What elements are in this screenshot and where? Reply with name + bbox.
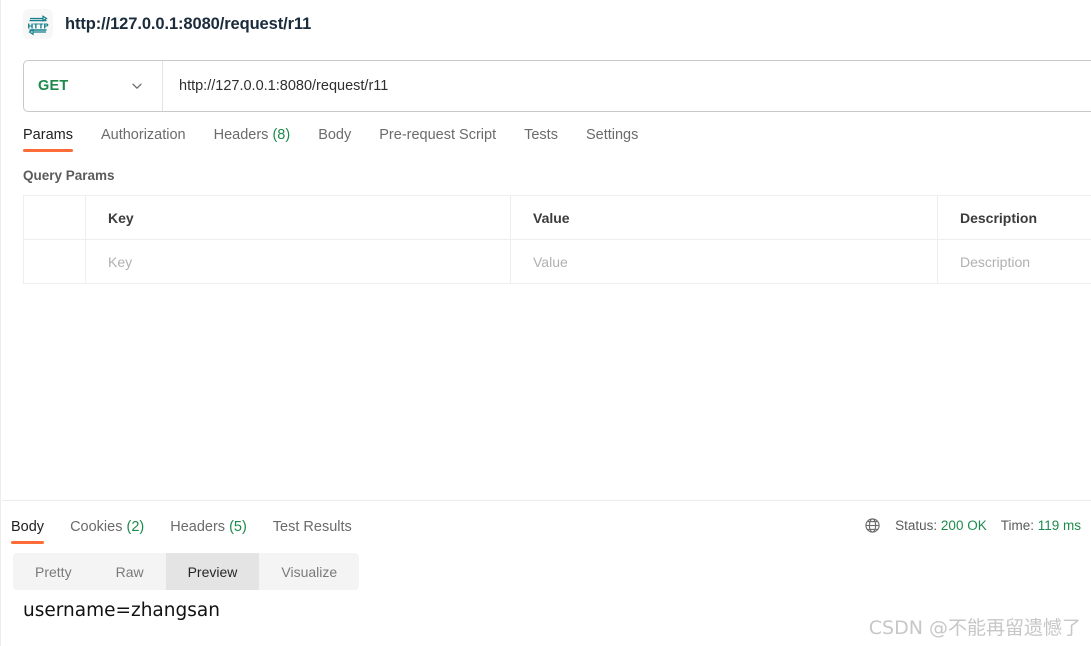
table-header-row: Key Value Description <box>24 196 1091 240</box>
request-titlebar: HTTP http://127.0.0.1:8080/request/r11 <box>1 0 1091 48</box>
response-tab-headers[interactable]: Headers (5) <box>160 519 263 544</box>
tab-tests[interactable]: Tests <box>514 127 576 152</box>
http-method-select[interactable]: GET <box>24 61 163 111</box>
query-params-title: Query Params <box>23 168 115 183</box>
row-description-input[interactable]: Description <box>938 240 1091 283</box>
response-tab-test-results[interactable]: Test Results <box>263 519 368 544</box>
header-cell-value: Value <box>511 196 938 239</box>
request-url-bar: GET http://127.0.0.1:8080/request/r11 <box>23 60 1091 112</box>
header-cell-key: Key <box>86 196 511 239</box>
response-body-preview: username=zhangsan <box>23 600 220 621</box>
tab-tests-label: Tests <box>524 127 558 143</box>
http-method-label: GET <box>38 78 69 94</box>
header-cell-description: Description <box>938 196 1091 239</box>
postman-request-window: HTTP http://127.0.0.1:8080/request/r11 G… <box>0 0 1091 646</box>
time-value: 119 ms <box>1037 518 1081 533</box>
tab-params[interactable]: Params <box>23 127 91 152</box>
tab-authorization[interactable]: Authorization <box>91 127 204 152</box>
svg-text:HTTP: HTTP <box>27 21 48 30</box>
status-value: 200 OK <box>940 518 987 533</box>
tab-pre-request-script-label: Pre-request Script <box>379 127 497 143</box>
tab-body-label: Body <box>318 127 352 143</box>
row-key-input[interactable]: Key <box>86 240 511 283</box>
tab-headers-count: (8) <box>272 127 291 143</box>
tab-settings[interactable]: Settings <box>576 127 656 152</box>
response-tab-body[interactable]: Body <box>11 519 60 544</box>
request-tabs: Params Authorization Headers (8) Body Pr… <box>1 112 1091 152</box>
header-cell-checkbox <box>24 196 86 239</box>
response-meta: Status: 200 OK Time: 119 ms <box>864 517 1081 544</box>
response-tab-headers-label: Headers <box>170 519 226 535</box>
globe-icon[interactable] <box>864 517 881 534</box>
tab-pre-request-script[interactable]: Pre-request Script <box>369 127 514 152</box>
tab-settings-label: Settings <box>585 127 639 143</box>
http-protocol-icon: HTTP <box>23 9 53 39</box>
response-tab-cookies[interactable]: Cookies (2) <box>60 519 160 544</box>
row-value-input[interactable]: Value <box>511 240 938 283</box>
view-preview-button[interactable]: Preview <box>165 553 260 590</box>
view-pretty-button[interactable]: Pretty <box>13 553 94 590</box>
chevron-down-icon <box>130 79 144 93</box>
tab-headers-label: Headers <box>213 127 269 143</box>
time-badge[interactable]: Time: 119 ms <box>1001 518 1081 533</box>
row-checkbox-cell[interactable] <box>24 240 86 283</box>
table-row[interactable]: Key Value Description <box>24 240 1091 284</box>
tab-headers[interactable]: Headers (8) <box>204 127 309 152</box>
status-label: Status: <box>895 518 938 533</box>
url-input[interactable]: http://127.0.0.1:8080/request/r11 <box>163 61 1091 111</box>
response-tab-test-results-label: Test Results <box>272 519 352 535</box>
page-title: http://127.0.0.1:8080/request/r11 <box>65 14 312 33</box>
response-tab-headers-count: (5) <box>229 519 247 535</box>
view-visualize-button[interactable]: Visualize <box>259 553 359 590</box>
request-url-bar-wrapper: GET http://127.0.0.1:8080/request/r11 <box>1 48 1091 112</box>
response-tab-cookies-label: Cookies <box>70 519 123 535</box>
tab-body[interactable]: Body <box>308 127 369 152</box>
response-view-switcher: Pretty Raw Preview Visualize <box>13 553 360 590</box>
view-raw-button[interactable]: Raw <box>94 553 166 590</box>
time-label: Time: <box>1000 518 1034 533</box>
tab-params-label: Params <box>23 127 73 143</box>
response-tabs: Body Cookies (2) Headers (5) Test Result… <box>11 519 864 544</box>
response-tab-body-label: Body <box>11 519 45 535</box>
query-params-table: Key Value Description Key Value Descript… <box>23 195 1091 284</box>
response-tab-cookies-count: (2) <box>126 519 145 535</box>
status-badge[interactable]: Status: 200 OK <box>895 518 987 533</box>
response-header: Body Cookies (2) Headers (5) Test Result… <box>1 501 1091 544</box>
tab-authorization-label: Authorization <box>100 127 186 143</box>
